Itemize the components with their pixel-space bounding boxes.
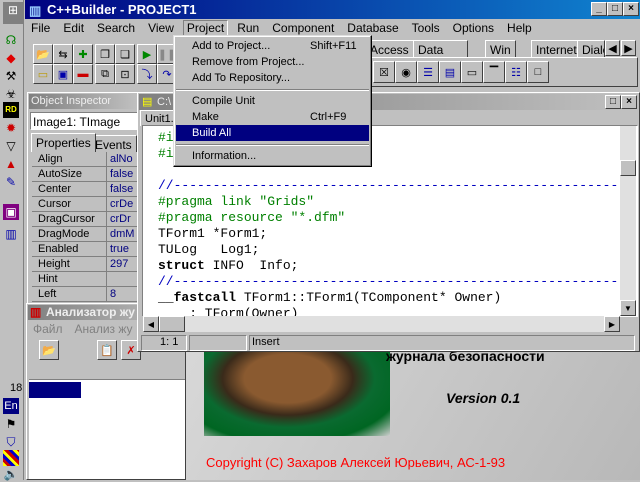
shield-n-icon[interactable]: ⛉: [3, 434, 19, 450]
code-line: __fastcall TForm1::TForm1(TComponent* Ow…: [158, 290, 501, 306]
grid-selected-cell[interactable]: [29, 382, 81, 398]
striped-icon[interactable]: [3, 450, 19, 466]
status-bar: 1: 1 Insert: [139, 335, 638, 351]
tab-properties[interactable]: Properties: [31, 133, 96, 152]
code-line: #i: [158, 130, 174, 145]
vertical-scrollbar[interactable]: ▼: [620, 126, 636, 316]
form-designer: журнала безопасности Version 0.1 Copyrig…: [186, 340, 640, 480]
code-line: TForm1 *Form1;: [158, 226, 268, 241]
code-line: struct INFO Info;: [158, 258, 298, 274]
project-menu-dropdown: Add to Project... Shift+F11 Remove from P…: [173, 35, 372, 167]
menu-file-ru[interactable]: Файл: [33, 322, 63, 336]
insert-mode: Insert: [249, 335, 635, 351]
menu-analysis[interactable]: Анализ жу: [75, 322, 133, 336]
analyzer-grid: [29, 364, 185, 479]
handshake-image: [204, 340, 390, 436]
keyword-struct: struct: [158, 258, 205, 273]
scroll-thumb[interactable]: [620, 160, 636, 176]
horizontal-scrollbar[interactable]: ◀ ▶: [143, 316, 620, 332]
race-flag-icon[interactable]: ⚑: [3, 416, 19, 432]
keyword-fastcall: __fastcall: [158, 290, 237, 305]
code-line: //--------------------------------------…: [158, 178, 620, 193]
menu-item-compile-unit[interactable]: Compile Unit: [176, 93, 369, 109]
scroll-right-button[interactable]: ▶: [604, 316, 620, 332]
scroll-down-button[interactable]: ▼: [620, 300, 636, 316]
scroll-left-button[interactable]: ◀: [143, 316, 159, 332]
hscroll-thumb[interactable]: [159, 316, 185, 332]
modified-indicator: [189, 335, 247, 351]
menu-separator: [176, 144, 369, 146]
menu-item-make[interactable]: Make Ctrl+F9: [176, 109, 369, 125]
form-version: Version 0.1: [446, 390, 521, 406]
grid-header: [29, 364, 185, 380]
code-text: TForm1::TForm1(TComponent* Owner): [243, 290, 502, 305]
menu-separator: [176, 89, 369, 91]
palette-scroll-right[interactable]: ▶: [621, 40, 636, 56]
code-line: //--------------------------------------…: [158, 274, 620, 289]
analyzer-menu: Файл Анализ жу: [33, 322, 133, 336]
code-line: TULog Log1;: [158, 242, 260, 257]
menu-item-build-all[interactable]: Build All: [176, 125, 369, 141]
menu-item-remove-from-project[interactable]: Remove from Project...: [176, 54, 369, 70]
language-indicator[interactable]: En: [3, 398, 19, 414]
editor-close-button[interactable]: ×: [621, 95, 637, 109]
cursor-position: 1: 1: [141, 335, 187, 351]
close-button[interactable]: ×: [623, 2, 639, 16]
code-text: INFO Info;: [212, 258, 299, 273]
code-line: #pragma link "Grids": [158, 194, 315, 209]
menu-item-add-to-repository[interactable]: Add To Repository...: [176, 70, 369, 86]
code-line: : TForm(Owner): [158, 306, 299, 316]
analyzer-report-button[interactable]: 📋: [97, 340, 117, 360]
side-number: 18: [10, 382, 23, 394]
analyzer-open-button[interactable]: 📂: [39, 340, 59, 360]
form-copyright: Copyright (C) Захаров Алексей Юрьевич, А…: [206, 455, 506, 470]
menu-item-add-to-project[interactable]: Add to Project... Shift+F11: [176, 38, 369, 54]
code-line: #i: [158, 146, 174, 161]
menu-item-information[interactable]: Information...: [176, 148, 369, 164]
code-line: #pragma resource "*.dfm": [158, 210, 346, 225]
